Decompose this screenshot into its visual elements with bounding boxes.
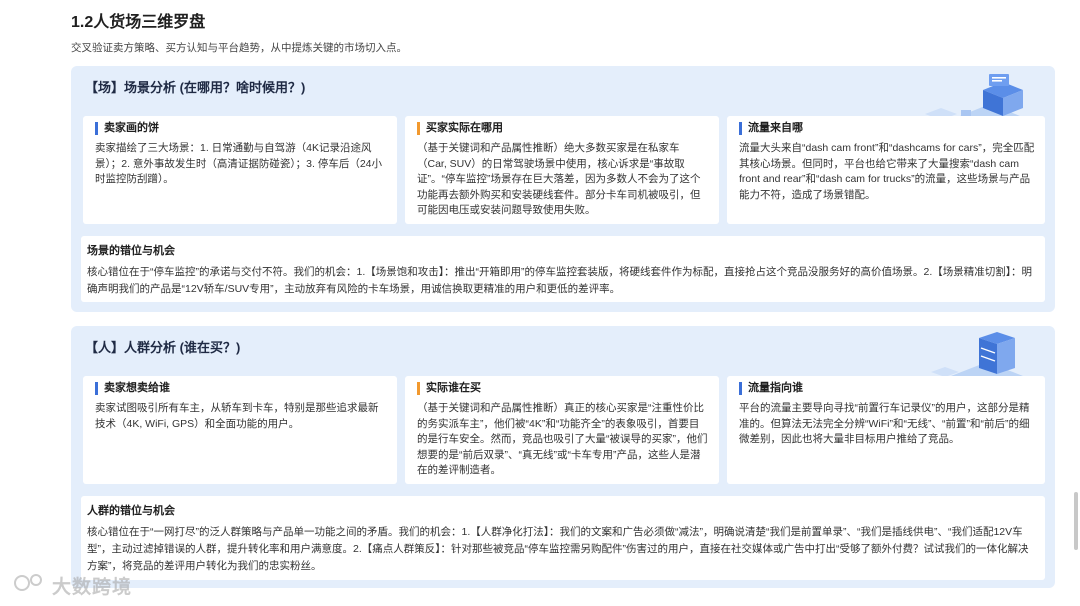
traffic-target-column: 流量指向谁 平台的流量主要导向寻找“前置行车记录仪”的用户，这部分是精准的。但算… bbox=[727, 376, 1045, 484]
scene-analysis-card: 【场】场景分析 (在哪用？啥时候用？) 卖家画的饼 卖家描绘了三大场景：1. 日… bbox=[71, 66, 1055, 312]
traffic-source-column: 流量来自哪 流量大头来自“dash cam front”和“dashcams f… bbox=[727, 116, 1045, 224]
column-body: 流量大头来自“dash cam front”和“dashcams for car… bbox=[739, 142, 1035, 201]
column-body: （基于关键词和产品属性推断）绝大多数买家是在私家车（Car, SUV）的日常驾驶… bbox=[417, 142, 701, 216]
column-body: 卖家描绘了三大场景：1. 日常通勤与自驾游（4K记录沿途风景）；2. 意外事故发… bbox=[95, 142, 383, 185]
column-title: 买家实际在哪用 bbox=[417, 122, 709, 135]
column-body: 平台的流量主要导向寻找“前置行车记录仪”的用户，这部分是精准的。但算法无法完全分… bbox=[739, 402, 1030, 445]
buyer-usage-column: 买家实际在哪用 （基于关键词和产品属性推断）绝大多数买家是在私家车（Car, S… bbox=[405, 116, 719, 224]
column-title: 实际谁在买 bbox=[417, 382, 709, 395]
scene-opportunity-box: 场景的错位与机会 核心错位在于“停车监控”的承诺与交付不符。我们的机会：1.【场… bbox=[81, 236, 1045, 302]
seller-pitch-column: 卖家画的饼 卖家描绘了三大场景：1. 日常通勤与自驾游（4K记录沿途风景）；2.… bbox=[83, 116, 397, 224]
scrollbar-thumb[interactable] bbox=[1074, 492, 1078, 550]
column-title: 流量指向谁 bbox=[739, 382, 1035, 395]
column-body: （基于关键词和产品属性推断）真正的核心买家是“注重性价比的务实派车主”，他们被“… bbox=[417, 402, 708, 476]
column-title: 卖家画的饼 bbox=[95, 122, 387, 135]
watermark-text: 大数跨境 bbox=[52, 577, 133, 598]
card-heading: 【人】人群分析 (谁在买？) bbox=[85, 340, 241, 355]
opportunity-title: 场景的错位与机会 bbox=[87, 245, 175, 257]
opportunity-title: 人群的错位与机会 bbox=[87, 505, 175, 517]
audience-analysis-card: 【人】人群分析 (谁在买？) 卖家想卖给谁 卖家试图吸引所有车主，从轿车到卡车，… bbox=[71, 326, 1055, 588]
column-title: 卖家想卖给谁 bbox=[95, 382, 387, 395]
report-page: 1.2人货场三维罗盘 交叉验证卖方策略、买方认知与平台趋势，从中提炼关键的市场切… bbox=[0, 0, 1080, 606]
card-heading: 【场】场景分析 (在哪用？啥时候用？) bbox=[85, 80, 306, 95]
section-title: 1.2人货场三维罗盘 bbox=[71, 14, 206, 31]
audience-opportunity-box: 人群的错位与机会 核心错位在于“一网打尽”的泛人群策略与产品单一功能之间的矛盾。… bbox=[81, 496, 1045, 580]
target-seller-column: 卖家想卖给谁 卖家试图吸引所有车主，从轿车到卡车，特别是那些追求最新技术（4K,… bbox=[83, 376, 397, 484]
column-body: 卖家试图吸引所有车主，从轿车到卡车，特别是那些追求最新技术（4K, WiFi, … bbox=[95, 402, 379, 430]
opportunity-body: 核心错位在于“停车监控”的承诺与交付不符。我们的机会：1.【场景饱和攻击】：推出… bbox=[87, 266, 1032, 295]
watermark-logo-icon bbox=[14, 574, 42, 591]
section-subtitle: 交叉验证卖方策略、买方认知与平台趋势，从中提炼关键的市场切入点。 bbox=[71, 42, 407, 54]
column-title: 流量来自哪 bbox=[739, 122, 1035, 135]
actual-buyer-column: 实际谁在买 （基于关键词和产品属性推断）真正的核心买家是“注重性价比的务实派车主… bbox=[405, 376, 719, 484]
opportunity-body: 核心错位在于“一网打尽”的泛人群策略与产品单一功能之间的矛盾。我们的机会：1.【… bbox=[87, 526, 1029, 572]
